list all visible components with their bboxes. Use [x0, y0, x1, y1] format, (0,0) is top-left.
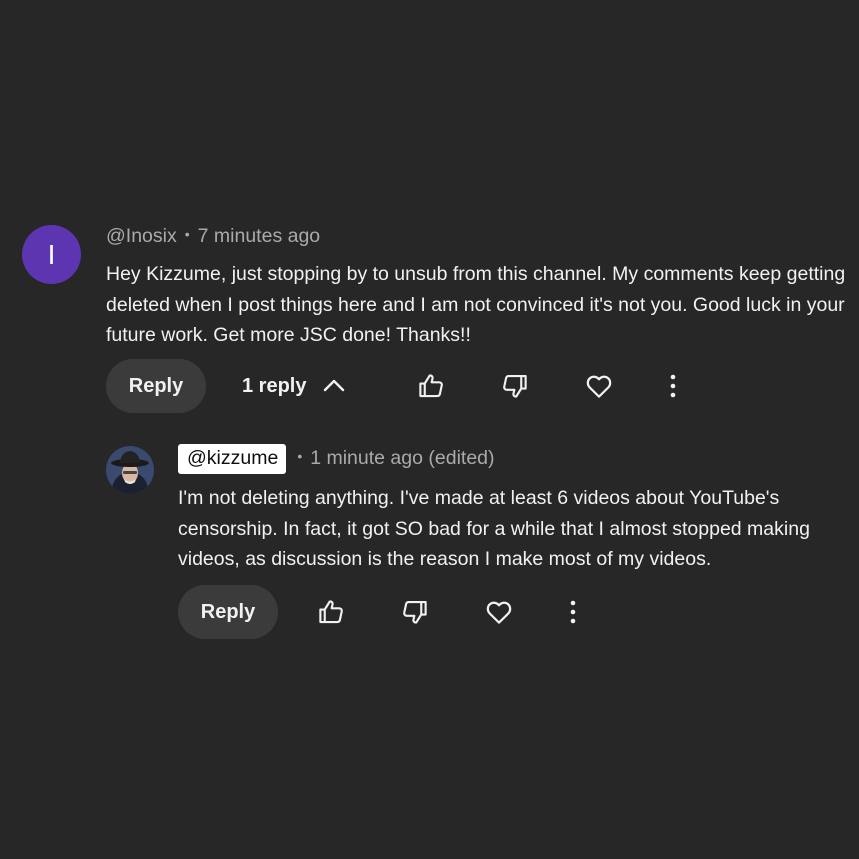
avatar[interactable]: I	[22, 225, 81, 284]
reply-button[interactable]: Reply	[106, 359, 206, 413]
thumbs-down-icon[interactable]	[400, 597, 430, 627]
comment-thread: I @Inosix • 7 minutes ago Hey Kizzume, jus…	[0, 0, 859, 859]
separator-dot: •	[184, 226, 190, 242]
reply-timestamp[interactable]: 1 minute ago (edited)	[310, 447, 494, 469]
thumbs-up-icon[interactable]	[416, 371, 446, 401]
reply-avatar[interactable]	[106, 446, 154, 494]
comment-timestamp[interactable]: 7 minutes ago	[198, 225, 321, 247]
reply-header: @kizzume • 1 minute ago (edited)	[178, 444, 495, 474]
replies-count-label: 1 reply	[242, 374, 307, 397]
reply-author-chip[interactable]: @kizzume	[178, 444, 287, 474]
reply-text: I'm not deleting anything. I've made at …	[178, 487, 810, 570]
more-vert-icon[interactable]	[568, 599, 578, 625]
thumbs-down-icon[interactable]	[500, 371, 530, 401]
comment-header: @Inosix • 7 minutes ago	[106, 225, 320, 248]
separator-dot: •	[297, 448, 303, 465]
reply-actions: Reply	[178, 585, 578, 639]
chevron-up-icon	[322, 374, 346, 398]
more-vert-icon[interactable]	[668, 373, 678, 399]
avatar-letter: I	[47, 239, 56, 270]
heart-icon[interactable]	[484, 597, 514, 627]
comment-text: Hey Kizzume, just stopping by to unsub f…	[106, 263, 846, 346]
replies-toggle[interactable]: 1 reply	[242, 374, 346, 398]
reply-button[interactable]: Reply	[178, 585, 278, 639]
comment-actions: Reply 1 reply	[106, 359, 678, 413]
thumbs-up-icon[interactable]	[316, 597, 346, 627]
avatar-image	[106, 446, 154, 494]
heart-icon[interactable]	[584, 371, 614, 401]
comment-author[interactable]: @Inosix	[106, 225, 177, 247]
